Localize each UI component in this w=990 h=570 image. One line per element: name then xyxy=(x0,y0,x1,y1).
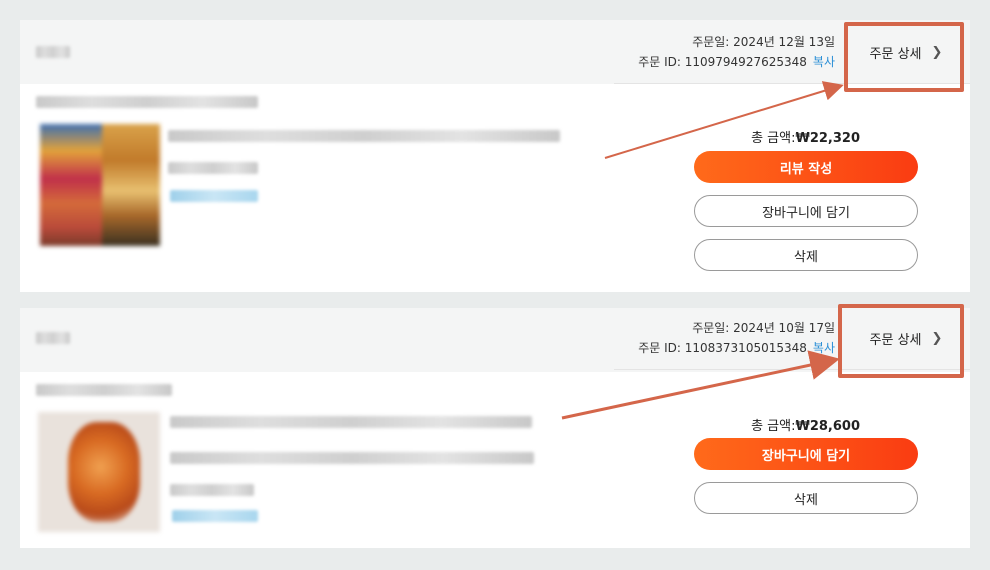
order-detail-label: 주문 상세 xyxy=(869,46,922,62)
order-detail-link[interactable]: 주문 상세 ❯ xyxy=(850,306,962,370)
product-thumbnail[interactable] xyxy=(40,124,160,246)
order-meta: 주문일: 2024년 10월 17일 주문 ID: 11083731050153… xyxy=(638,318,835,358)
order-id: 주문 ID: 1109794927625348 xyxy=(638,55,807,69)
total-value: ₩22,320 xyxy=(795,131,860,146)
product-option xyxy=(170,484,254,496)
shipping-status xyxy=(36,96,258,108)
order-date: 주문일: 2024년 10월 17일 xyxy=(692,321,835,335)
product-title[interactable] xyxy=(170,416,532,428)
store-name[interactable] xyxy=(36,332,70,344)
order-card: 주문일: 2024년 12월 13일 주문 ID: 11097949276253… xyxy=(20,20,970,292)
product-link[interactable] xyxy=(170,190,258,202)
add-to-cart-button[interactable]: 장바구니에 담기 xyxy=(694,195,918,227)
chevron-right-icon: ❯ xyxy=(931,44,943,60)
order-detail-link[interactable]: 주문 상세 ❯ xyxy=(850,20,962,84)
copy-order-id-link[interactable]: 복사 xyxy=(813,341,835,355)
order-card: 주문일: 2024년 10월 17일 주문 ID: 11083731050153… xyxy=(20,308,970,548)
write-review-button[interactable]: 리뷰 작성 xyxy=(694,151,918,183)
chevron-right-icon: ❯ xyxy=(931,330,943,346)
shipping-status xyxy=(36,384,172,396)
store-name[interactable] xyxy=(36,46,70,58)
product-link[interactable] xyxy=(172,510,258,522)
copy-order-id-link[interactable]: 복사 xyxy=(813,55,835,69)
delete-button[interactable]: 삭제 xyxy=(694,239,918,271)
product-thumbnail[interactable] xyxy=(38,412,160,532)
product-option xyxy=(168,162,258,174)
product-description xyxy=(170,452,534,464)
total-value: ₩28,600 xyxy=(795,419,860,434)
order-total: 총 금액:₩28,600 xyxy=(660,415,860,434)
product-title[interactable] xyxy=(168,130,560,142)
order-detail-label: 주문 상세 xyxy=(869,332,922,348)
add-to-cart-button[interactable]: 장바구니에 담기 xyxy=(694,438,918,470)
order-date: 주문일: 2024년 12월 13일 xyxy=(692,35,835,49)
total-label: 총 금액: xyxy=(751,131,796,146)
order-id: 주문 ID: 1108373105015348 xyxy=(638,341,807,355)
total-label: 총 금액: xyxy=(751,419,796,434)
order-total: 총 금액:₩22,320 xyxy=(660,127,860,146)
delete-button[interactable]: 삭제 xyxy=(694,482,918,514)
order-meta: 주문일: 2024년 12월 13일 주문 ID: 11097949276253… xyxy=(638,32,835,72)
